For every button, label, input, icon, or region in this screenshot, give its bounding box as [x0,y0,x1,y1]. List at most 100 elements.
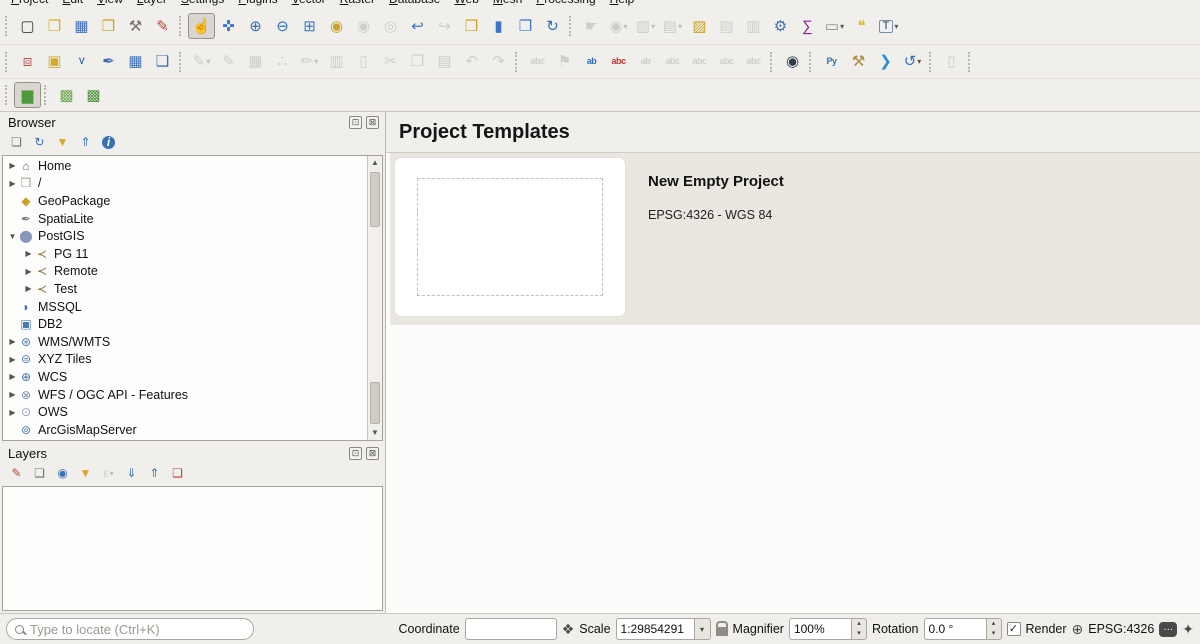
map-plugin-button[interactable]: ▩ [53,82,80,108]
pan-to-selection-button[interactable]: ✜ [215,13,242,39]
filter-browser-button[interactable]: ▼ [52,132,73,152]
layer-diagram-button[interactable]: abc [605,49,632,75]
next-arrow-plugin-button[interactable]: ❯ [872,49,899,75]
browser-item-wms-wmts[interactable]: ▶⊛WMS/WMTS [3,333,366,351]
menu-layer[interactable]: Layer [130,0,174,8]
expander-collapsed-icon[interactable]: ▶ [23,249,34,258]
statistics-summary-button[interactable]: ∑ [794,13,821,39]
project-template-item[interactable]: New Empty Project EPSG:4326 - WGS 84 [390,153,1200,325]
map-tips-button[interactable]: ❝ [848,13,875,39]
collapse-all-button[interactable]: ⇑ [75,132,96,152]
map-edit-plugin-button[interactable]: ▩ [80,82,107,108]
new-shapefile-layer-button[interactable]: V [68,49,95,75]
add-group-button[interactable]: ❏ [29,463,50,483]
measure-button[interactable]: ▭▾ [821,13,848,39]
menu-mesh[interactable]: Mesh [486,0,529,8]
scale-input[interactable] [616,618,694,640]
locator-search[interactable]: Type to locate (Ctrl+K) [6,618,254,640]
text-annotation-dropdown-icon[interactable]: ▾ [894,22,898,31]
browser-item-arcgismapserver[interactable]: ⊚ArcGisMapServer [3,421,366,439]
scroll-down-icon[interactable]: ▼ [368,426,382,440]
new-project-button[interactable]: ▢ [14,13,41,39]
layers-list[interactable] [2,486,383,611]
messages-icon[interactable]: … [1159,622,1177,637]
browser-scrollbar[interactable]: ▲ ▼ [367,156,382,440]
expander-collapsed-icon[interactable]: ▶ [23,267,34,276]
expander-collapsed-icon[interactable]: ▶ [23,284,34,293]
browser-float-button[interactable]: ⊡ [349,116,362,129]
refresh-map-button[interactable]: ↻ [539,13,566,39]
new-map-view-button[interactable]: ❐ [512,13,539,39]
scale-dropdown-icon[interactable]: ▾ [694,618,711,640]
data-source-manager-button[interactable]: ⧈ [14,49,41,75]
refresh-browser-button[interactable]: ↻ [29,132,50,152]
browser-item-test[interactable]: ▶≺Test [3,280,366,298]
collapse-all-layers-button[interactable]: ⇑ [144,463,165,483]
scale-combobox[interactable]: ▾ [616,618,711,640]
menu-settings[interactable]: Settings [174,0,231,8]
new-virtual-layer-button[interactable]: ▦ [122,49,149,75]
scroll-up-icon[interactable]: ▲ [368,156,382,170]
menu-vector[interactable]: Vector [285,0,333,8]
new-geopackage-layer-button[interactable]: ▣ [41,49,68,75]
rotation-down-icon[interactable]: ▾ [987,629,1001,639]
layers-float-button[interactable]: ⊡ [349,447,362,460]
filter-legend-button[interactable]: ▼ [75,463,96,483]
scroll-thumb-lower[interactable] [370,382,380,424]
menu-processing[interactable]: Processing [529,0,602,8]
text-annotation-button[interactable]: T▾ [875,13,902,39]
browser-item-db2[interactable]: ▣DB2 [3,315,366,333]
select-by-value-dropdown-icon[interactable]: ▾ [678,22,682,31]
browser-item-wfs-ogc-api-features[interactable]: ▶⊗WFS / OGC API - Features [3,386,366,404]
history-loop-button[interactable]: ↺▾ [899,49,926,75]
zoom-last-button[interactable]: ↩ [404,13,431,39]
new-print-layout-button[interactable]: ❒ [95,13,122,39]
expand-all-layers-button[interactable]: ⇓ [121,463,142,483]
magnifier-input[interactable] [789,618,851,640]
menu-plugins[interactable]: Plugins [231,0,284,8]
browser-item-ows[interactable]: ▶⊙OWS [3,403,366,421]
metasearch-button[interactable]: ◉ [779,49,806,75]
zoom-to-selection-button[interactable]: ◉ [323,13,350,39]
menu-edit[interactable]: Edit [55,0,90,8]
expander-collapsed-icon[interactable]: ▶ [7,161,18,170]
browser-item-spatialite[interactable]: ✒SpatiaLite [3,210,366,228]
processing-toolbox-button[interactable]: ⚙ [767,13,794,39]
measure-dropdown-icon[interactable]: ▾ [840,22,844,31]
layer-labeling-button[interactable]: ab [578,49,605,75]
rotation-up-icon[interactable]: ▴ [987,619,1001,629]
run-feature-action-dropdown-icon[interactable]: ▾ [624,22,628,31]
browser-item-mssql[interactable]: ◗MSSQL [3,298,366,316]
browser-properties-button[interactable]: i [98,132,119,152]
rotation-spinbox[interactable]: ▴ ▾ [924,618,1002,640]
crs-globe-icon[interactable]: ⊕ [1072,621,1084,638]
extent-toggle-icon[interactable]: ❖ [562,621,575,638]
open-layer-styling-button[interactable]: ✎ [6,463,27,483]
expander-collapsed-icon[interactable]: ▶ [7,372,18,381]
vertex-tool-dropdown-icon[interactable]: ▾ [314,57,318,66]
browser-item-[interactable]: ▶❒/ [3,175,366,193]
plugin-builder-button[interactable]: ⚒ [845,49,872,75]
raster-histogram-tool-button[interactable]: ▆ [14,82,41,108]
browser-item-remote[interactable]: ▶≺Remote [3,263,366,281]
crs-status[interactable]: EPSG:4326 [1088,622,1154,636]
rotation-input[interactable] [924,618,986,640]
remove-layer-button[interactable]: ❏ [167,463,188,483]
browser-item-geopackage[interactable]: ◆GeoPackage [3,192,366,210]
menu-project[interactable]: Project [4,0,55,8]
expander-collapsed-icon[interactable]: ▶ [7,390,18,399]
layout-manager-button[interactable]: ⚒ [122,13,149,39]
zoom-full-button[interactable]: ⊞ [296,13,323,39]
new-spatialite-layer-button[interactable]: ✒ [95,49,122,75]
zoom-in-button[interactable]: ⊕ [242,13,269,39]
manage-map-themes-button[interactable]: ◉ [52,463,73,483]
browser-item-wcs[interactable]: ▶⊕WCS [3,368,366,386]
layers-close-button[interactable]: ⊠ [366,447,379,460]
browser-item-home[interactable]: ▶⌂Home [3,157,366,175]
menu-raster[interactable]: Raster [333,0,382,8]
menu-web[interactable]: Web [447,0,485,8]
expander-expanded-icon[interactable]: ▼ [7,232,18,241]
tasks-icon[interactable]: ✦ [1182,621,1194,638]
menu-view[interactable]: View [90,0,130,8]
render-checkbox[interactable]: ✓ [1007,622,1021,636]
